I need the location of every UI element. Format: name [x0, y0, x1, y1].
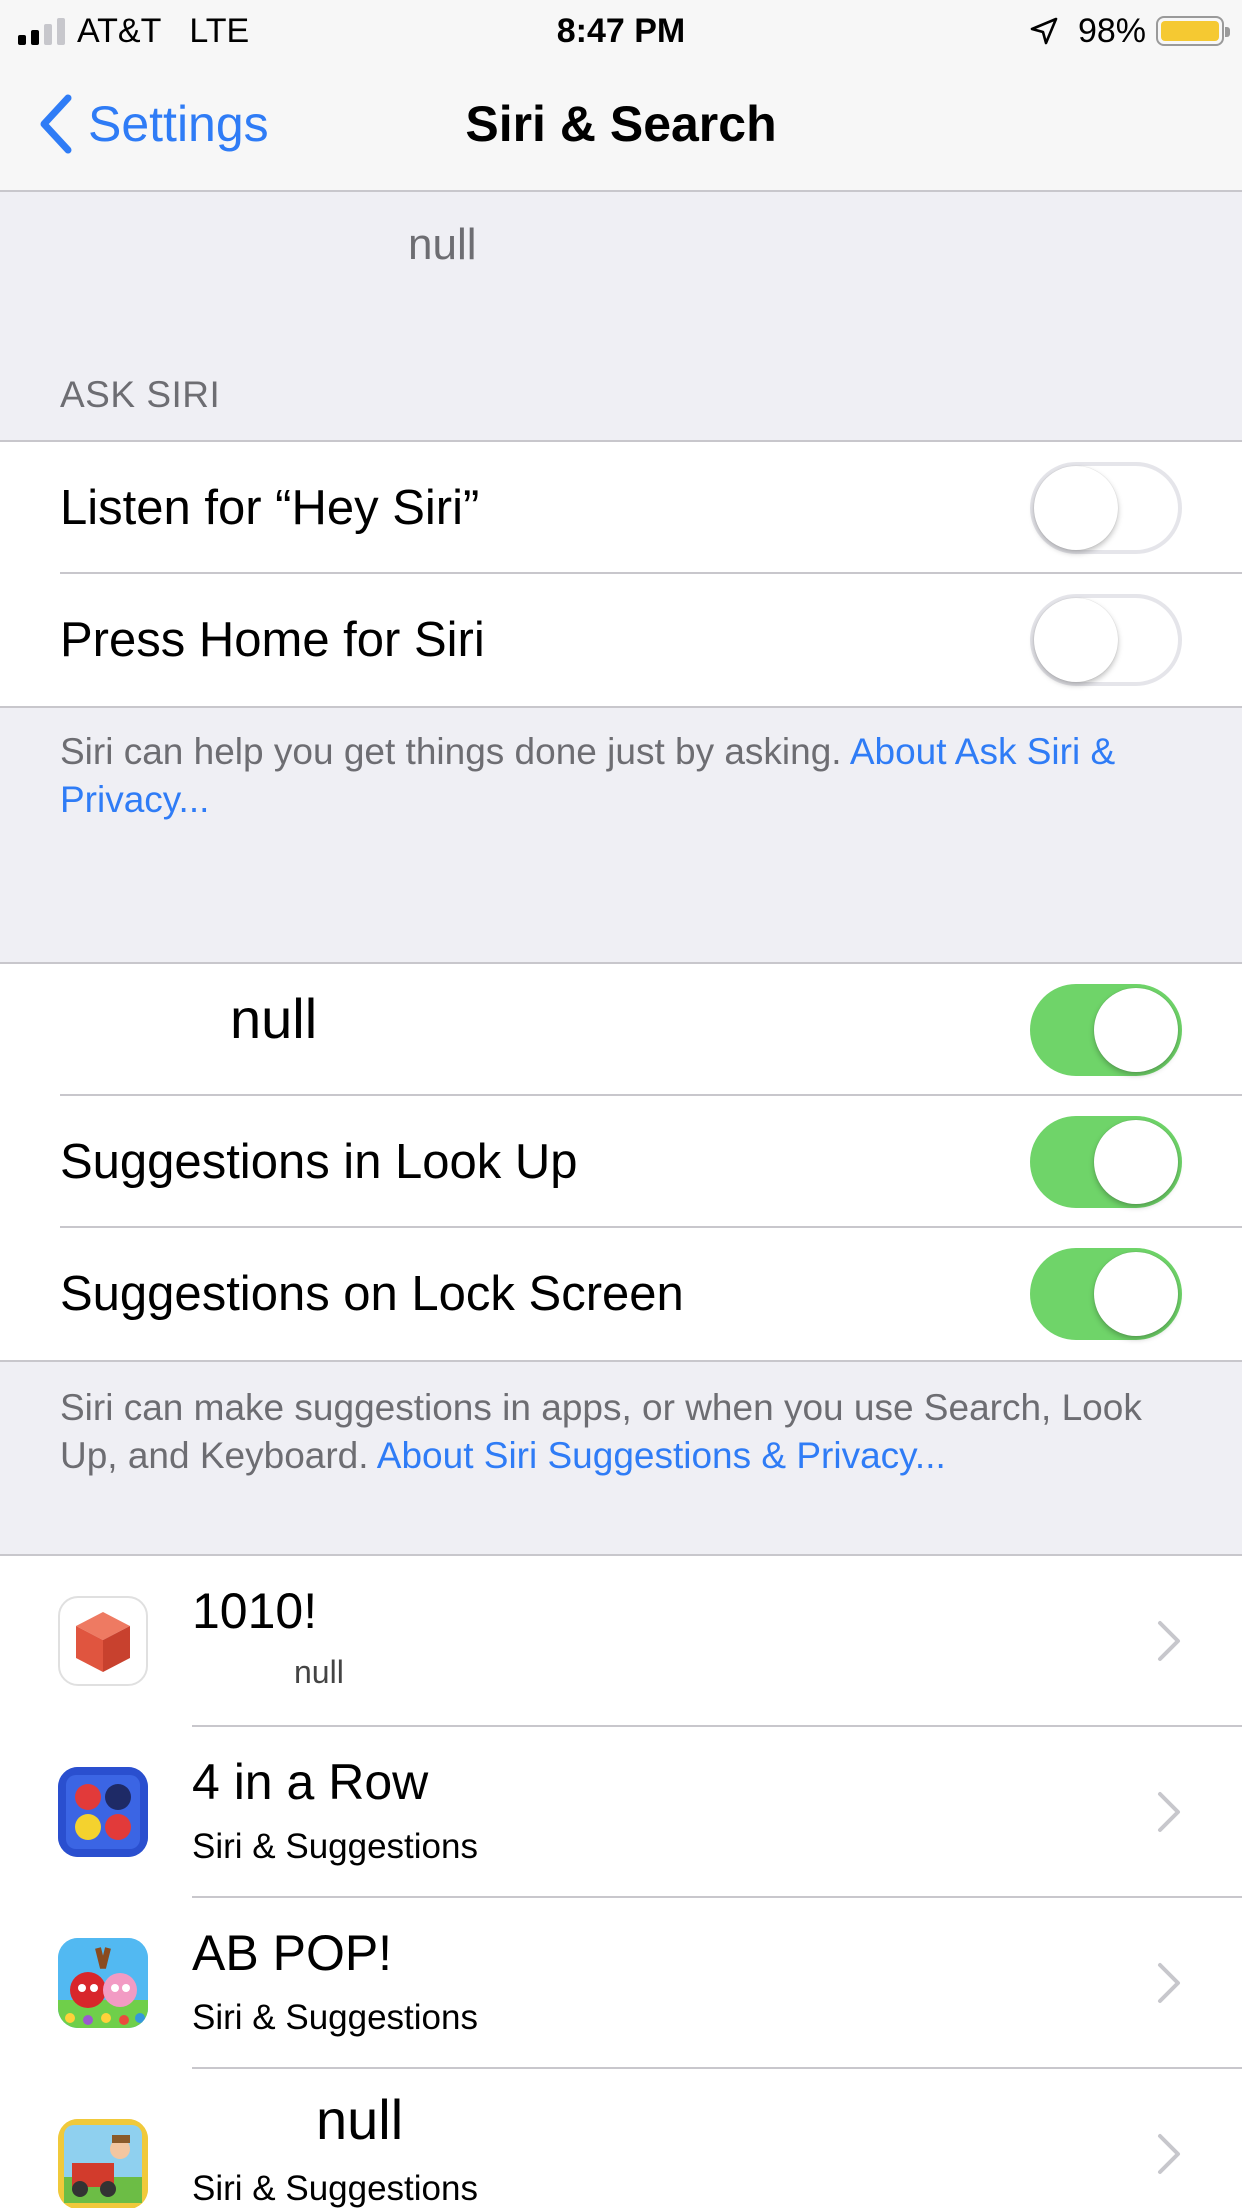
app-subtitle: null	[294, 1654, 344, 1690]
chevron-right-icon	[1158, 1792, 1180, 1832]
ask-siri-footer: Siri can help you get things done just b…	[60, 728, 1190, 824]
suggestions-lock-screen-label: Suggestions on Lock Screen	[60, 1267, 684, 1321]
app-name: 4 in a Row	[192, 1754, 429, 1810]
top-placeholder: null	[408, 220, 477, 269]
press-home-row: Press Home for Siri	[0, 574, 1242, 706]
app-subtitle: Siri & Suggestions	[192, 1998, 478, 2037]
location-arrow-icon	[1030, 17, 1058, 45]
suggestions-group: null Suggestions in Look Up Suggestions …	[0, 962, 1242, 1362]
angry-birds-pop-app-icon	[58, 1938, 148, 2028]
chevron-right-icon	[1158, 1963, 1180, 2003]
apps-group: 1010! null 4 in a Row Siri & Suggestions	[0, 1554, 1242, 2208]
chevron-right-icon	[1158, 1621, 1180, 1661]
app-name: AB POP!	[192, 1925, 393, 1981]
suggestions-lock-screen-row: Suggestions on Lock Screen	[0, 1228, 1242, 1360]
app-row-1010[interactable]: 1010! null	[0, 1556, 1242, 1727]
suggestions-footer: Siri can make suggestions in apps, or wh…	[60, 1384, 1190, 1480]
ask-siri-group: Listen for “Hey Siri” Press Home for Sir…	[0, 440, 1242, 708]
suggestions-look-up-toggle[interactable]	[1030, 1116, 1182, 1208]
suggestions-null-toggle[interactable]	[1030, 984, 1182, 1076]
app-name: null	[316, 2088, 404, 2151]
status-right: 98%	[1028, 10, 1230, 52]
chevron-right-icon	[1158, 2134, 1180, 2174]
suggestions-look-up-row: Suggestions in Look Up	[0, 1096, 1242, 1228]
press-home-label: Press Home for Siri	[60, 613, 485, 667]
status-bar: AT&T LTE 8:47 PM 98%	[0, 0, 1242, 62]
about-siri-suggestions-link[interactable]: About Siri Suggestions & Privacy...	[377, 1435, 946, 1476]
hey-siri-label: Listen for “Hey Siri”	[60, 481, 480, 535]
app-subtitle: Siri & Suggestions	[192, 2169, 478, 2208]
ask-siri-footer-text: Siri can help you get things done just b…	[60, 731, 842, 772]
app-row-ab-pop[interactable]: AB POP! Siri & Suggestions	[0, 1898, 1242, 2069]
section-header-ask-siri: ASK SIRI	[60, 374, 221, 415]
four-in-a-row-app-icon	[58, 1767, 148, 1857]
app-name: 1010!	[192, 1583, 318, 1639]
app-row-4-in-a-row[interactable]: 4 in a Row Siri & Suggestions	[0, 1727, 1242, 1898]
press-home-toggle[interactable]	[1030, 594, 1182, 686]
battery-icon	[1156, 16, 1230, 46]
suggestions-look-up-label: Suggestions in Look Up	[60, 1135, 578, 1189]
app-row-farm-game[interactable]: null Siri & Suggestions	[0, 2069, 1242, 2208]
battery-percent: 98%	[1077, 12, 1146, 50]
suggestions-lock-screen-toggle[interactable]	[1030, 1248, 1182, 1340]
siri-search-screen: AT&T LTE 8:47 PM 98% Settings Siri & Sea…	[0, 0, 1242, 2208]
hey-siri-toggle[interactable]	[1030, 462, 1182, 554]
farm-game-app-icon	[58, 2119, 148, 2208]
cube-app-icon	[58, 1596, 148, 1686]
navigation-bar: Settings Siri & Search	[0, 62, 1242, 192]
suggestions-null-row: null	[0, 964, 1242, 1096]
suggestions-null-label: null	[230, 987, 318, 1050]
app-subtitle: Siri & Suggestions	[192, 1827, 478, 1866]
hey-siri-row: Listen for “Hey Siri”	[0, 442, 1242, 574]
page-title: Siri & Search	[465, 96, 777, 152]
